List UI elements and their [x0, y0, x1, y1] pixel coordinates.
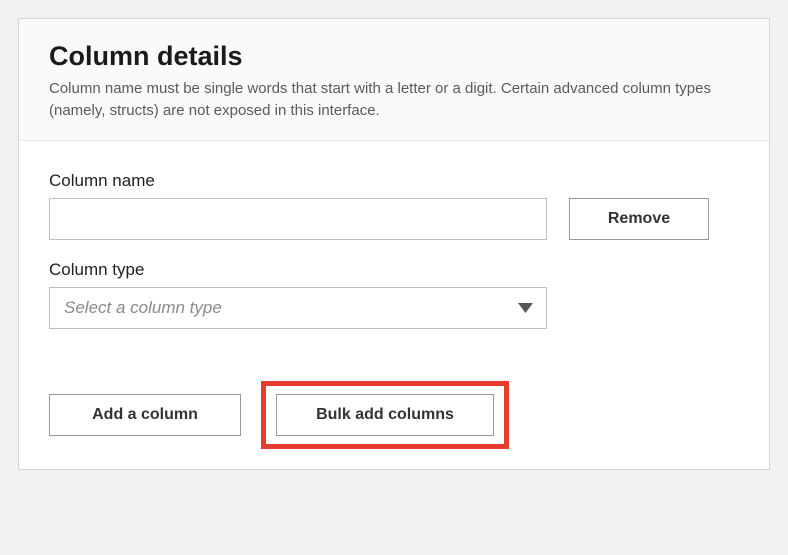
panel-header: Column details Column name must be singl… [19, 19, 769, 141]
panel-title: Column details [49, 41, 739, 72]
column-type-label: Column type [49, 260, 739, 280]
column-details-panel: Column details Column name must be singl… [18, 18, 770, 470]
column-name-input[interactable] [49, 198, 547, 240]
bulk-add-columns-button[interactable]: Bulk add columns [276, 394, 494, 436]
column-name-field: Column name [49, 171, 547, 240]
column-name-row: Column name Remove [49, 171, 739, 240]
column-type-select-wrapper: Select a column type [49, 287, 547, 329]
panel-description: Column name must be single words that st… [49, 78, 739, 122]
actions-row: Add a column Bulk add columns [49, 381, 739, 449]
column-type-placeholder: Select a column type [64, 298, 222, 318]
bulk-add-highlight: Bulk add columns [261, 381, 509, 449]
remove-button[interactable]: Remove [569, 198, 709, 240]
add-column-button[interactable]: Add a column [49, 394, 241, 436]
column-type-field: Column type Select a column type [49, 260, 739, 329]
column-type-select[interactable]: Select a column type [49, 287, 547, 329]
column-name-label: Column name [49, 171, 547, 191]
panel-body: Column name Remove Column type Select a … [19, 141, 769, 469]
